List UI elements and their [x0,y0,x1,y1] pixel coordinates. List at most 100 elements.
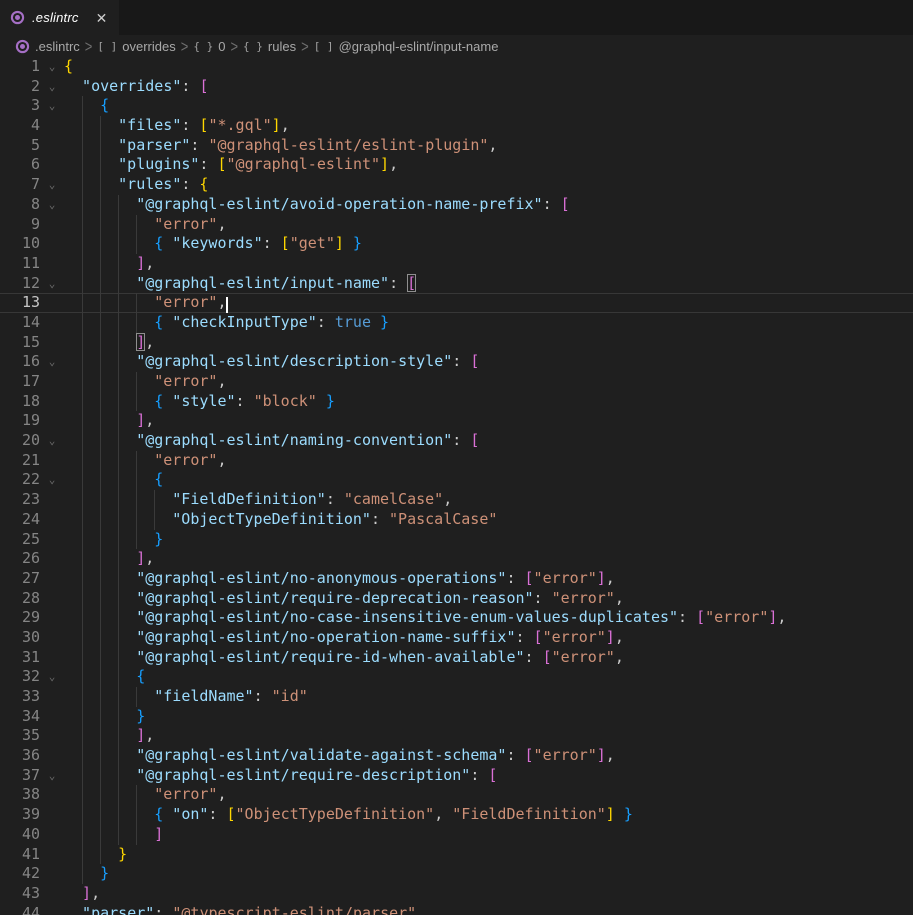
symbol-array-icon: [ ] [97,40,117,53]
breadcrumb-item[interactable]: .eslintrc [15,39,80,54]
code-line[interactable]: 21"error", [0,451,913,471]
code-line[interactable]: 24"ObjectTypeDefinition": "PascalCase" [0,510,913,530]
close-icon[interactable]: ✕ [96,11,108,25]
line-number: 20 [0,431,40,451]
code-line[interactable]: 18{ "style": "block" } [0,392,913,412]
fold-gutter [40,293,64,313]
fold-chevron-icon[interactable]: ⌄ [40,195,64,215]
code-line[interactable]: 11], [0,254,913,274]
code-line[interactable]: 37⌄"@graphql-eslint/require-description"… [0,766,913,786]
token: "ObjectTypeDefinition" [236,805,435,823]
code-text: { [64,470,913,490]
code-line[interactable]: 2⌄"overrides": [ [0,77,913,97]
indent-guide [136,392,154,412]
code-line[interactable]: 20⌄"@graphql-eslint/naming-convention": … [0,431,913,451]
token: : [534,589,552,607]
indent-guide [118,234,136,254]
code-line[interactable]: 16⌄"@graphql-eslint/description-style": … [0,352,913,372]
indent-guide [100,805,118,825]
code-line[interactable]: 39{ "on": ["ObjectTypeDefinition", "Fiel… [0,805,913,825]
token: "@graphql-eslint/require-description" [136,766,470,784]
token: , [615,628,624,646]
code-line[interactable]: 26], [0,549,913,569]
tab-eslintrc[interactable]: .eslintrc ✕ [0,0,119,35]
fold-gutter [40,136,64,156]
token: ] [272,116,281,134]
fold-chevron-icon[interactable]: ⌄ [40,57,64,77]
fold-chevron-icon[interactable]: ⌄ [40,77,64,97]
code-line[interactable]: 25} [0,530,913,550]
code-line[interactable]: 27"@graphql-eslint/no-anonymous-operatio… [0,569,913,589]
indent-guide [100,687,118,707]
code-line[interactable]: 9"error", [0,215,913,235]
indent-guide [82,175,100,195]
code-line[interactable]: 1⌄{ [0,57,913,77]
fold-chevron-icon[interactable]: ⌄ [40,352,64,372]
code-line[interactable]: 6"plugins": ["@graphql-eslint"], [0,155,913,175]
code-line[interactable]: 34} [0,707,913,727]
fold-chevron-icon[interactable]: ⌄ [40,96,64,116]
code-line[interactable]: 22⌄{ [0,470,913,490]
code-line[interactable]: 31"@graphql-eslint/require-id-when-avail… [0,648,913,668]
fold-chevron-icon[interactable]: ⌄ [40,274,64,294]
code-line[interactable]: 17"error", [0,372,913,392]
code-line[interactable]: 29"@graphql-eslint/no-case-insensitive-e… [0,608,913,628]
fold-chevron-icon[interactable]: ⌄ [40,175,64,195]
code-text: "ObjectTypeDefinition": "PascalCase" [64,510,913,530]
line-number: 8 [0,195,40,215]
code-line[interactable]: 40] [0,825,913,845]
fold-gutter [40,687,64,707]
code-editor[interactable]: 1⌄{2⌄"overrides": [3⌄{4"files": ["*.gql"… [0,57,913,915]
code-line[interactable]: 15], [0,333,913,353]
code-line[interactable]: 23"FieldDefinition": "camelCase", [0,490,913,510]
token: "error" [154,293,217,311]
code-text: "fieldName": "id" [64,687,913,707]
token: "get" [290,234,335,252]
code-line[interactable]: 38"error", [0,785,913,805]
code-line[interactable]: 30"@graphql-eslint/no-operation-name-suf… [0,628,913,648]
code-line[interactable]: 28"@graphql-eslint/require-deprecation-r… [0,589,913,609]
breadcrumb-item[interactable]: { }0 [193,39,225,54]
eslint-file-icon [10,10,25,25]
code-line[interactable]: 5"parser": "@graphql-eslint/eslint-plugi… [0,136,913,156]
token: "parser" [118,136,190,154]
token: , [281,116,290,134]
code-line[interactable]: 36"@graphql-eslint/validate-against-sche… [0,746,913,766]
indent-guide [100,825,118,845]
code-line[interactable]: 41} [0,845,913,865]
code-line[interactable]: 14{ "checkInputType": true } [0,313,913,333]
token: ] [606,628,615,646]
eslint-file-icon [15,39,30,54]
code-line[interactable]: 33"fieldName": "id" [0,687,913,707]
breadcrumb-label: 0 [218,39,225,54]
breadcrumb-item[interactable]: [ ]overrides [97,39,175,54]
code-line[interactable]: 4"files": ["*.gql"], [0,116,913,136]
code-line[interactable]: 8⌄"@graphql-eslint/avoid-operation-name-… [0,195,913,215]
code-text: "@graphql-eslint/naming-convention": [ [64,431,913,451]
code-line[interactable]: 19], [0,411,913,431]
fold-chevron-icon[interactable]: ⌄ [40,470,64,490]
code-line[interactable]: 10{ "keywords": ["get"] } [0,234,913,254]
line-number: 32 [0,667,40,687]
fold-chevron-icon[interactable]: ⌄ [40,431,64,451]
code-line[interactable]: 13"error", [0,293,913,313]
code-line[interactable]: 3⌄{ [0,96,913,116]
code-line[interactable]: 7⌄"rules": { [0,175,913,195]
code-text: ], [64,411,913,431]
code-line[interactable]: 42} [0,864,913,884]
token: ] [136,254,145,272]
code-line[interactable]: 12⌄"@graphql-eslint/input-name": [ [0,274,913,294]
code-line[interactable]: 32⌄{ [0,667,913,687]
token: true [335,313,371,331]
fold-chevron-icon[interactable]: ⌄ [40,766,64,786]
indent-guide [118,746,136,766]
code-line[interactable]: 35], [0,726,913,746]
code-line[interactable]: 44"parser": "@typescript-eslint/parser", [0,904,913,915]
indent-guide [82,746,100,766]
line-number: 22 [0,470,40,490]
breadcrumb-item[interactable]: { }rules [243,39,296,54]
token: } [326,392,335,410]
breadcrumb-item[interactable]: [ ]@graphql-eslint/input-name [314,39,499,54]
fold-chevron-icon[interactable]: ⌄ [40,667,64,687]
code-line[interactable]: 43], [0,884,913,904]
